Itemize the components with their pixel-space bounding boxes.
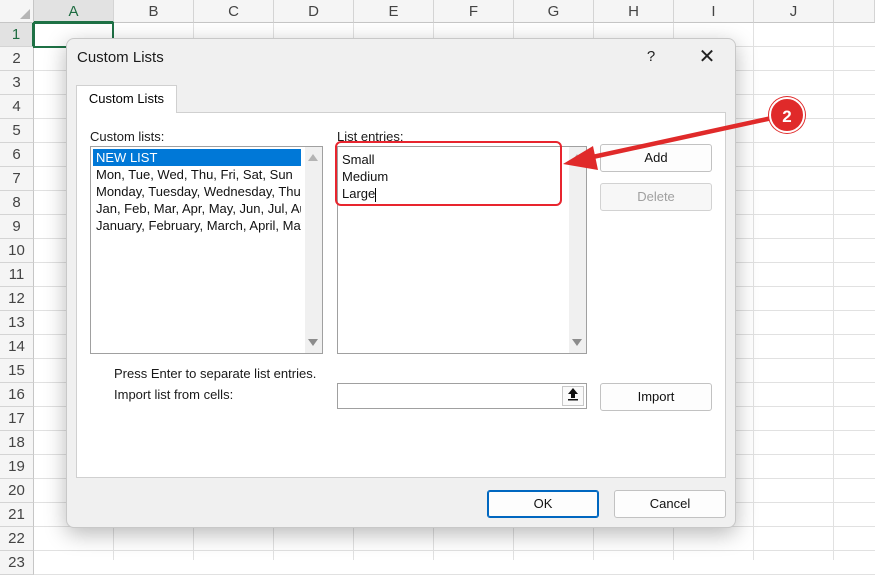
delete-button-label: Delete: [637, 189, 675, 204]
row-header-18[interactable]: 18: [0, 431, 34, 455]
custom-lists-label: Custom lists:: [90, 129, 164, 144]
gridline-vertical: [833, 23, 834, 560]
column-header-g[interactable]: G: [514, 0, 594, 23]
custom-list-item[interactable]: NEW LIST: [93, 149, 301, 166]
row-header-10[interactable]: 10: [0, 239, 34, 263]
column-header-a[interactable]: A: [34, 0, 114, 23]
custom-lists-items: NEW LIST Mon, Tue, Wed, Thu, Fri, Sat, Su…: [93, 149, 301, 234]
select-all-corner[interactable]: [0, 0, 34, 23]
cancel-button[interactable]: Cancel: [614, 490, 726, 518]
column-header-f[interactable]: F: [434, 0, 514, 23]
row-header-19[interactable]: 19: [0, 455, 34, 479]
custom-lists-scrollbar[interactable]: [305, 147, 322, 353]
column-header-e[interactable]: E: [354, 0, 434, 23]
custom-lists-dialog: Custom Lists ? ✕ Custom Lists Custom lis…: [66, 38, 736, 528]
custom-list-item[interactable]: Jan, Feb, Mar, Apr, May, Jun, Jul, Aug, …: [93, 200, 301, 217]
row-header-23[interactable]: 23: [0, 551, 34, 575]
scroll-up-icon[interactable]: [572, 154, 582, 161]
close-icon[interactable]: ✕: [695, 47, 719, 67]
import-range-input[interactable]: [337, 383, 587, 409]
import-list-label: Import list from cells:: [114, 387, 234, 402]
column-header-h[interactable]: H: [594, 0, 674, 23]
ok-button-label: OK: [533, 496, 553, 511]
row-header-15[interactable]: 15: [0, 359, 34, 383]
import-button[interactable]: Import: [600, 383, 712, 411]
row-header-4[interactable]: 4: [0, 95, 34, 119]
gridline-vertical: [753, 23, 754, 560]
step-number-badge: 2: [769, 97, 805, 133]
row-header-13[interactable]: 13: [0, 311, 34, 335]
row-header-8[interactable]: 8: [0, 191, 34, 215]
custom-list-item[interactable]: Mon, Tue, Wed, Thu, Fri, Sat, Sun: [93, 166, 301, 183]
import-button-label: Import: [637, 389, 675, 404]
row-header-11[interactable]: 11: [0, 263, 34, 287]
hint-text: Press Enter to separate list entries.: [114, 366, 317, 381]
add-button[interactable]: Add: [600, 144, 712, 172]
row-header-21[interactable]: 21: [0, 503, 34, 527]
help-button[interactable]: ?: [641, 47, 661, 67]
column-header-c[interactable]: C: [194, 0, 274, 23]
ok-button[interactable]: OK: [487, 490, 599, 518]
row-header-22[interactable]: 22: [0, 527, 34, 551]
column-header-i[interactable]: I: [674, 0, 754, 23]
row-header-7[interactable]: 7: [0, 167, 34, 191]
scroll-down-icon[interactable]: [308, 339, 318, 346]
column-header-b[interactable]: B: [114, 0, 194, 23]
up-arrow-icon: [568, 388, 578, 401]
column-header-j[interactable]: J: [754, 0, 834, 23]
row-header-9[interactable]: 9: [0, 215, 34, 239]
row-header-14[interactable]: 14: [0, 335, 34, 359]
row-header-17[interactable]: 17: [0, 407, 34, 431]
custom-lists-label-text: Custom lists:: [90, 129, 165, 144]
gridline-horizontal: [34, 550, 875, 551]
custom-list-item[interactable]: Monday, Tuesday, Wednesday, Thursday, Fr…: [93, 183, 301, 200]
column-header-d[interactable]: D: [274, 0, 354, 23]
row-header-20[interactable]: 20: [0, 479, 34, 503]
row-header-1[interactable]: 1: [0, 23, 34, 47]
scroll-up-icon[interactable]: [308, 154, 318, 161]
custom-list-item[interactable]: January, February, March, April, May, Ju…: [93, 217, 301, 234]
scroll-down-icon[interactable]: [572, 339, 582, 346]
row-header-16[interactable]: 16: [0, 383, 34, 407]
tab-custom-lists[interactable]: Custom Lists: [76, 85, 177, 113]
row-header-6[interactable]: 6: [0, 143, 34, 167]
row-header-5[interactable]: 5: [0, 119, 34, 143]
cancel-button-label: Cancel: [649, 496, 691, 511]
dialog-title: Custom Lists: [77, 49, 164, 66]
entries-highlight-box: [335, 141, 562, 206]
row-header-2[interactable]: 2: [0, 47, 34, 71]
row-header-12[interactable]: 12: [0, 287, 34, 311]
collapse-dialog-button[interactable]: [562, 386, 584, 406]
row-header-3[interactable]: 3: [0, 71, 34, 95]
column-header-partial: [834, 0, 875, 23]
custom-lists-listbox[interactable]: NEW LIST Mon, Tue, Wed, Thu, Fri, Sat, Su…: [90, 146, 323, 354]
list-entries-scrollbar[interactable]: [569, 147, 586, 353]
delete-button[interactable]: Delete: [600, 183, 712, 211]
add-button-label: Add: [644, 150, 668, 165]
